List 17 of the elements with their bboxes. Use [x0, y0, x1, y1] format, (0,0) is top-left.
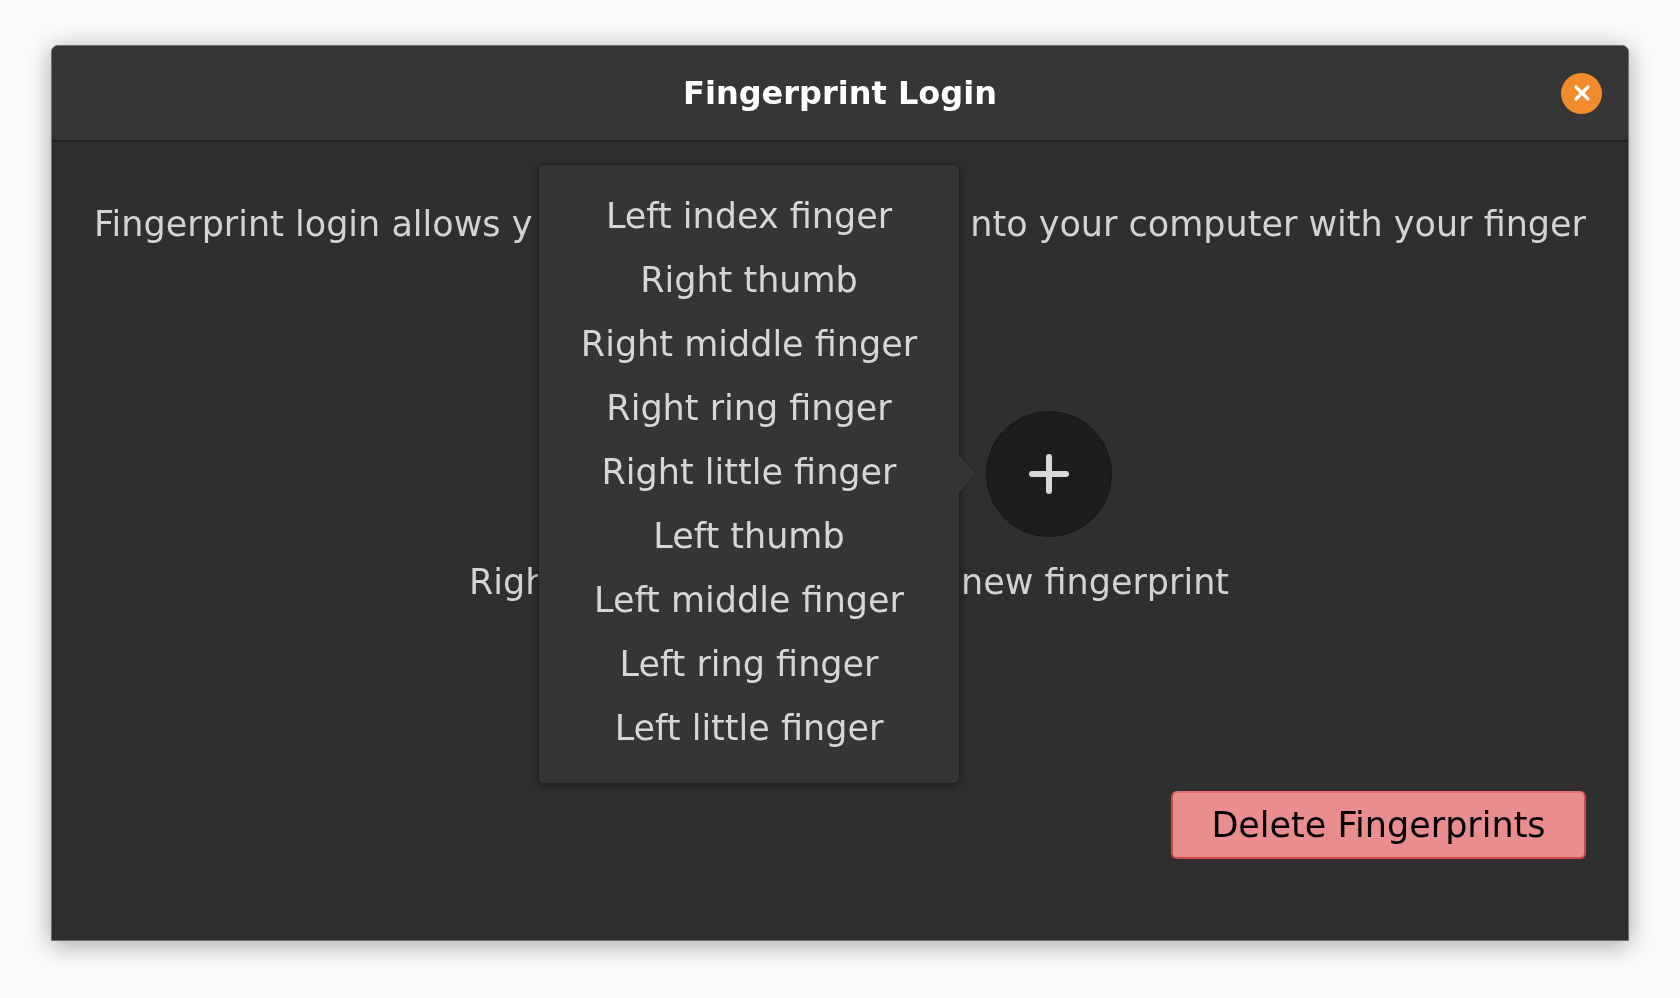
- menu-item[interactable]: Right thumb: [632, 248, 866, 312]
- plus-icon: [1029, 454, 1069, 494]
- menu-item[interactable]: Left little finger: [606, 696, 892, 760]
- menu-item[interactable]: Left middle finger: [586, 568, 912, 632]
- menu-item[interactable]: Left index finger: [597, 184, 901, 248]
- menu-item[interactable]: Right ring finger: [598, 376, 900, 440]
- menu-item[interactable]: Left thumb: [645, 504, 853, 568]
- close-icon: [1573, 85, 1590, 101]
- delete-button[interactable]: Delete Fingerprints: [1171, 791, 1586, 859]
- menu-item[interactable]: Right middle finger: [572, 312, 926, 376]
- description-text: Fingerprint login allows y: [94, 203, 533, 246]
- window-title: Fingerprint Login: [683, 73, 997, 113]
- menu-item[interactable]: Right little finger: [593, 440, 905, 504]
- description-text: nto your computer with your finger: [970, 203, 1586, 246]
- fingerprint-label: new fingerprint: [961, 561, 1230, 604]
- close-button[interactable]: [1561, 72, 1602, 114]
- menu-item[interactable]: Left ring finger: [611, 632, 887, 696]
